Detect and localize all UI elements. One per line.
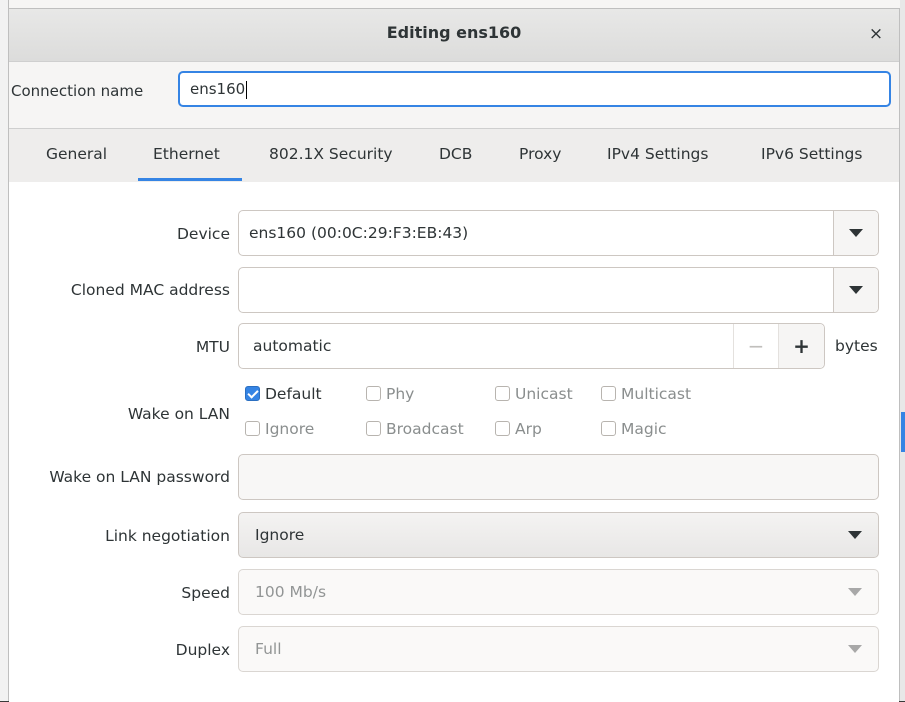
speed-value: 100 Mb/s xyxy=(255,583,327,601)
mtu-unit-label: bytes xyxy=(835,337,878,355)
close-icon[interactable]: × xyxy=(865,23,887,45)
chevron-down-icon xyxy=(849,229,863,237)
device-value: ens160 (00:0C:29:F3:EB:43) xyxy=(249,224,469,242)
duplex-value: Full xyxy=(255,640,282,658)
wol-default-label: Default xyxy=(265,385,322,403)
mtu-label: MTU xyxy=(195,338,230,356)
wol-phy-checkbox[interactable]: Phy xyxy=(366,385,414,403)
wol-multicast-label: Multicast xyxy=(621,385,692,403)
checkbox-box xyxy=(495,386,510,401)
cloned-mac-dropdown-button[interactable] xyxy=(833,268,878,312)
cloned-mac-combo[interactable] xyxy=(238,267,879,313)
connection-name-label: Connection name xyxy=(11,82,144,100)
connection-name-row: Connection name ens160 xyxy=(9,69,901,113)
wol-magic-checkbox[interactable]: Magic xyxy=(601,420,667,438)
tab-802-1x-security[interactable]: 802.1X Security xyxy=(269,145,393,163)
speed-dropdown[interactable]: 100 Mb/s xyxy=(238,569,879,615)
checkbox-box xyxy=(495,421,510,436)
wol-phy-label: Phy xyxy=(386,385,415,403)
wol-label: Wake on LAN xyxy=(127,405,230,423)
tab-dcb[interactable]: DCB xyxy=(439,145,472,163)
active-tab-indicator xyxy=(138,178,242,181)
chevron-down-icon xyxy=(848,645,862,653)
wol-unicast-label: Unicast xyxy=(515,385,573,403)
background-selection-accent xyxy=(901,412,905,452)
wol-unicast-checkbox[interactable]: Unicast xyxy=(495,385,573,403)
device-dropdown-button[interactable] xyxy=(833,211,878,255)
text-caret xyxy=(246,80,248,99)
mtu-increment-button[interactable]: + xyxy=(778,324,824,368)
speed-label: Speed xyxy=(181,584,230,602)
checkbox-box xyxy=(601,386,616,401)
tab-bar: General Ethernet 802.1X Security DCB Pro… xyxy=(9,128,899,183)
wol-broadcast-checkbox[interactable]: Broadcast xyxy=(366,420,464,438)
checkbox-box xyxy=(601,421,616,436)
wol-broadcast-label: Broadcast xyxy=(386,420,464,438)
background-window-edge xyxy=(0,0,905,8)
wol-arp-label: Arp xyxy=(515,420,542,438)
link-negotiation-label: Link negotiation xyxy=(105,527,230,545)
checkbox-box xyxy=(366,386,381,401)
wol-magic-label: Magic xyxy=(621,420,667,438)
wol-arp-checkbox[interactable]: Arp xyxy=(495,420,542,438)
tab-ethernet[interactable]: Ethernet xyxy=(153,145,220,163)
wol-ignore-label: Ignore xyxy=(265,420,315,438)
link-negotiation-dropdown[interactable]: Ignore xyxy=(238,512,879,558)
wol-password-input[interactable] xyxy=(238,454,879,500)
titlebar: Editing ens160 × xyxy=(9,9,899,62)
mtu-spinbutton[interactable]: automatic − + xyxy=(238,323,825,369)
chevron-down-icon xyxy=(848,588,862,596)
ethernet-panel: Device ens160 (00:0C:29:F3:EB:43) Cloned… xyxy=(9,182,899,702)
wol-default-checkbox[interactable]: Default xyxy=(245,385,322,403)
tab-general[interactable]: General xyxy=(46,145,107,163)
wol-ignore-checkbox[interactable]: Ignore xyxy=(245,420,314,438)
link-negotiation-value: Ignore xyxy=(255,526,305,544)
wol-multicast-checkbox[interactable]: Multicast xyxy=(601,385,691,403)
tab-ipv4-settings[interactable]: IPv4 Settings xyxy=(607,145,708,163)
chevron-down-icon xyxy=(849,286,863,294)
mtu-decrement-button[interactable]: − xyxy=(733,324,778,368)
device-combo[interactable]: ens160 (00:0C:29:F3:EB:43) xyxy=(238,210,879,256)
dialog-title: Editing ens160 xyxy=(386,23,522,42)
duplex-label: Duplex xyxy=(175,641,230,659)
checkbox-box xyxy=(245,421,260,436)
edit-connection-dialog: Editing ens160 × Connection name ens160 … xyxy=(8,8,901,702)
chevron-down-icon xyxy=(848,531,862,539)
mtu-value: automatic xyxy=(253,337,332,355)
tab-ipv6-settings[interactable]: IPv6 Settings xyxy=(761,145,862,163)
connection-name-input[interactable]: ens160 xyxy=(178,71,891,107)
device-label: Device xyxy=(176,225,230,243)
cloned-mac-label: Cloned MAC address xyxy=(70,281,230,299)
checkmark-icon xyxy=(245,386,260,401)
connection-name-value: ens160 xyxy=(190,80,246,98)
checkbox-box xyxy=(366,421,381,436)
wol-password-label: Wake on LAN password xyxy=(49,468,230,486)
duplex-dropdown[interactable]: Full xyxy=(238,626,879,672)
tab-proxy[interactable]: Proxy xyxy=(519,145,561,163)
